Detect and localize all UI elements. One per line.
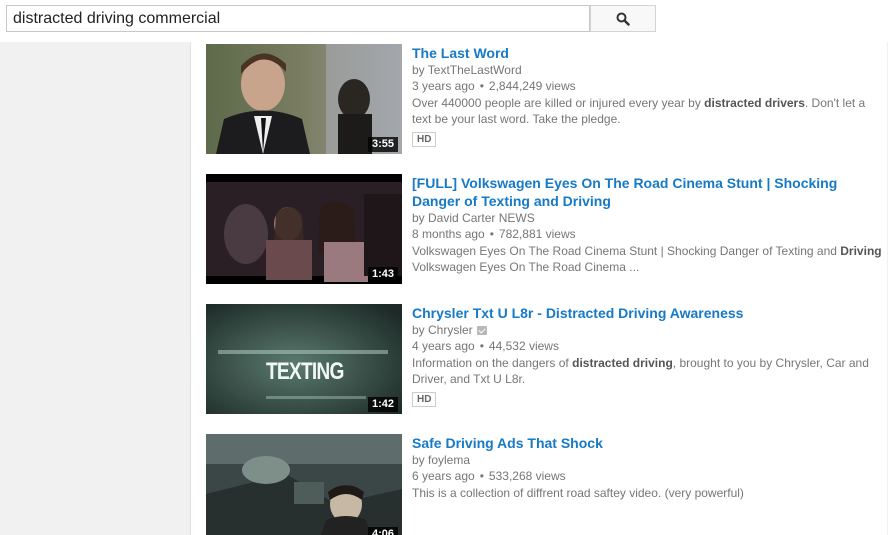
upload-age: 3 years ago: [412, 79, 475, 93]
upload-age: 8 months ago: [412, 227, 485, 241]
video-thumbnail[interactable]: 1:43: [206, 174, 402, 284]
video-meta: 3 years ago • 2,844,249 views: [412, 78, 882, 94]
description-highlight: distracted driving: [572, 356, 673, 370]
video-duration: 1:43: [367, 267, 398, 282]
video-thumbnail[interactable]: TEXTING 1:42: [206, 304, 402, 414]
video-result: 4:06 Safe Driving Ads That Shock by foyl…: [206, 434, 886, 535]
meta-separator: •: [479, 469, 484, 483]
description-highlight: distracted drivers: [704, 96, 805, 110]
view-count: 44,532 views: [488, 339, 559, 353]
view-count: 533,268 views: [488, 469, 566, 483]
thumbnail-image: [206, 434, 402, 535]
video-result: TEXTING 1:42 Chrysler Txt U L8r - Distra…: [206, 304, 886, 414]
video-description: Over 440000 people are killed or injured…: [412, 95, 882, 127]
video-meta: 4 years ago • 44,532 views: [412, 338, 882, 354]
video-description: This is a collection of diffrent road sa…: [412, 485, 882, 501]
video-meta: 8 months ago • 782,881 views: [412, 226, 882, 242]
verified-check-icon: [476, 326, 487, 336]
view-count: 782,881 views: [498, 227, 576, 241]
video-channel-line: by TextTheLastWord: [412, 62, 882, 78]
video-title-link[interactable]: [FULL] Volkswagen Eyes On The Road Cinem…: [412, 174, 882, 210]
video-info: The Last Word by TextTheLastWord 3 years…: [412, 44, 882, 147]
video-info: Chrysler Txt U L8r - Distracted Driving …: [412, 304, 882, 407]
video-duration: 1:42: [367, 397, 398, 412]
description-text: This is a collection of diffrent road sa…: [412, 486, 744, 500]
description-text: Volkswagen Eyes On The Road Cinema Stunt…: [412, 244, 841, 258]
video-title-link[interactable]: The Last Word: [412, 44, 882, 62]
search-button[interactable]: [590, 5, 656, 32]
search-icon: [616, 12, 630, 26]
video-channel-line: by David Carter NEWS: [412, 210, 882, 226]
video-meta: 6 years ago • 533,268 views: [412, 468, 882, 484]
description-text: Over 440000 people are killed or injured…: [412, 96, 705, 110]
thumbnail-caption: TEXTING: [266, 358, 344, 385]
video-title-link[interactable]: Chrysler Txt U L8r - Distracted Driving …: [412, 304, 882, 322]
masthead: [0, 0, 888, 42]
description-text: Volkswagen Eyes On The Road Cinema ...: [412, 260, 640, 274]
video-result: 1:43 [FULL] Volkswagen Eyes On The Road …: [206, 174, 886, 284]
upload-age: 6 years ago: [412, 469, 475, 483]
video-result: 3:55 The Last Word by TextTheLastWord 3 …: [206, 44, 886, 154]
video-title-link[interactable]: Safe Driving Ads That Shock: [412, 434, 882, 452]
description-highlight: Driving: [840, 244, 882, 258]
hd-badge: HD: [412, 132, 437, 147]
channel-link[interactable]: by TextTheLastWord: [412, 63, 522, 77]
video-info: Safe Driving Ads That Shock by foylema 6…: [412, 434, 882, 501]
left-sidebar: [6, 42, 189, 535]
meta-separator: •: [489, 227, 494, 241]
video-info: [FULL] Volkswagen Eyes On The Road Cinem…: [412, 174, 882, 275]
description-text: Information on the dangers of: [412, 356, 573, 370]
video-thumbnail[interactable]: 4:06: [206, 434, 402, 535]
view-count: 2,844,249 views: [488, 79, 576, 93]
video-channel-line: by Chrysler: [412, 322, 882, 338]
video-description: Volkswagen Eyes On The Road Cinema Stunt…: [412, 243, 882, 275]
channel-link[interactable]: by foylema: [412, 453, 470, 467]
channel-link[interactable]: by David Carter NEWS: [412, 211, 535, 225]
meta-separator: •: [479, 339, 484, 353]
video-duration: 4:06: [367, 527, 398, 535]
video-channel-line: by foylema: [412, 452, 882, 468]
video-description: Information on the dangers of distracted…: [412, 355, 882, 387]
channel-link[interactable]: by Chrysler: [412, 323, 473, 337]
meta-separator: •: [479, 79, 484, 93]
video-thumbnail[interactable]: 3:55: [206, 44, 402, 154]
results-list: 3:55 The Last Word by TextTheLastWord 3 …: [190, 42, 887, 535]
search-input[interactable]: [6, 5, 590, 32]
video-duration: 3:55: [367, 137, 398, 152]
hd-badge: HD: [412, 392, 437, 407]
upload-age: 4 years ago: [412, 339, 475, 353]
